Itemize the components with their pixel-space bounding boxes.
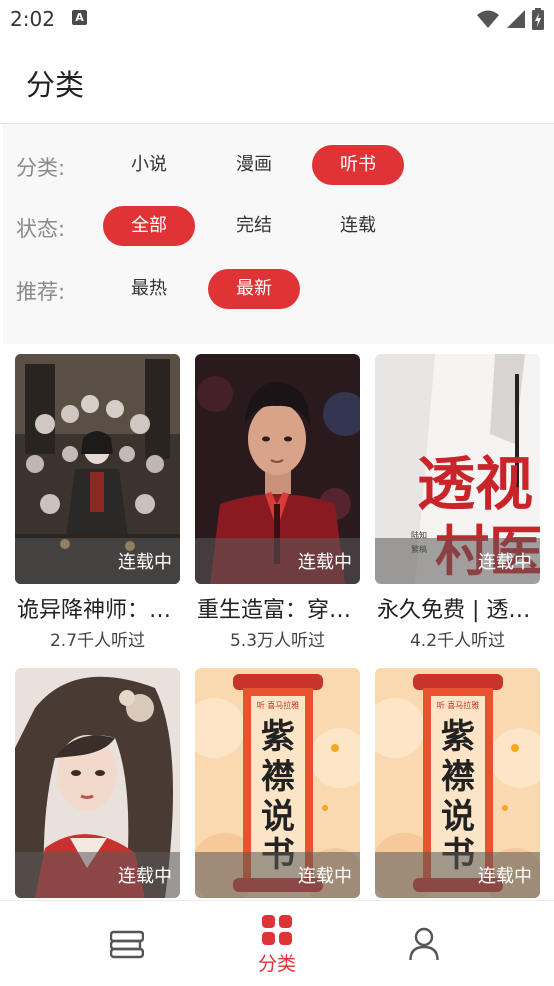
nav-item-bookshelf[interactable] bbox=[68, 901, 188, 986]
book-cover[interactable]: 连载中 bbox=[195, 354, 360, 584]
book-cover[interactable]: 听 喜马拉雅 紫 襟 说 书 连载中 bbox=[195, 668, 360, 898]
cover-title-text: 说 bbox=[441, 797, 475, 837]
filter-row-recommend: 推荐: 最热 最新 bbox=[3, 267, 554, 311]
filter-row-category: 分类: 小说 漫画 听书 bbox=[3, 143, 554, 187]
book-listen-count: 4.2千人听过 bbox=[409, 631, 506, 651]
cover-title-text: 说 bbox=[261, 797, 295, 837]
signal-icon bbox=[507, 10, 525, 28]
book-card[interactable]: 连载中 诡异降神师：… 2.7千人听过 bbox=[15, 354, 180, 654]
book-card[interactable]: 透视 村医 陆知 繁稿 连载中 永久免费 | 透… 4.2千人听过 bbox=[375, 354, 540, 654]
chip-serializing[interactable]: 连载 bbox=[312, 206, 404, 246]
cover-title-text: 透视 bbox=[417, 450, 533, 518]
bookshelf-icon bbox=[110, 930, 144, 959]
chip-comic[interactable]: 漫画 bbox=[208, 145, 300, 185]
book-title[interactable]: 诡异降神师：… bbox=[17, 592, 182, 624]
filter-label-recommend: 推荐: bbox=[16, 280, 66, 304]
profile-icon bbox=[409, 927, 439, 961]
book-card[interactable]: 听 喜马拉雅 紫 襟 说 书 连载中 bbox=[195, 668, 360, 898]
cover-title-text: 襟 bbox=[261, 757, 295, 797]
cover-title-text: 襟 bbox=[441, 757, 475, 797]
wifi-icon bbox=[477, 10, 499, 28]
status-badge: 连载中 bbox=[195, 852, 360, 898]
status-badge: 连载中 bbox=[375, 852, 540, 898]
filter-label-category: 分类: bbox=[16, 156, 66, 180]
filter-label-status: 状态: bbox=[16, 217, 66, 241]
chip-novel[interactable]: 小说 bbox=[103, 145, 195, 185]
status-badge: 连载中 bbox=[15, 538, 180, 584]
cover-brand-text: 听 喜马拉雅 bbox=[257, 700, 300, 710]
book-cover[interactable]: 透视 村医 陆知 繁稿 连载中 bbox=[375, 354, 540, 584]
book-card[interactable]: 连载中 重生造富：穿… 5.3万人听过 bbox=[195, 354, 360, 654]
status-icons bbox=[476, 8, 544, 30]
book-card[interactable]: 连载中 bbox=[15, 668, 180, 898]
book-cover[interactable]: 连载中 bbox=[15, 354, 180, 584]
bottom-nav: 分类 bbox=[0, 900, 554, 986]
nav-item-profile[interactable] bbox=[364, 901, 484, 986]
book-listen-count: 2.7千人听过 bbox=[49, 631, 146, 651]
status-badge: 连载中 bbox=[375, 538, 540, 584]
nav-item-category[interactable]: 分类 bbox=[217, 901, 337, 986]
nav-label-category: 分类 bbox=[257, 953, 296, 975]
cover-title-text: 紫 bbox=[261, 717, 295, 757]
book-card[interactable]: 听 喜马拉雅 紫 襟 说 书 连载中 bbox=[375, 668, 540, 898]
battery-icon bbox=[532, 8, 544, 30]
book-title[interactable]: 重生造富：穿… bbox=[197, 592, 362, 624]
status-badge: 连载中 bbox=[15, 852, 180, 898]
filter-panel: 分类: 小说 漫画 听书 状态: 全部 完结 连载 推荐: 最热 最新 bbox=[3, 124, 554, 344]
chip-all[interactable]: 全部 bbox=[103, 206, 195, 246]
app-header: 分类 bbox=[0, 38, 554, 124]
status-badge: 连载中 bbox=[195, 538, 360, 584]
notification-badge-icon: A bbox=[72, 10, 87, 25]
book-title[interactable]: 永久免费 | 透… bbox=[377, 592, 542, 624]
book-listen-count: 5.3万人听过 bbox=[229, 631, 326, 651]
chip-newest[interactable]: 最新 bbox=[208, 269, 300, 309]
book-cover[interactable]: 听 喜马拉雅 紫 襟 说 书 连载中 bbox=[375, 668, 540, 898]
book-cover[interactable]: 连载中 bbox=[15, 668, 180, 898]
category-grid-icon bbox=[262, 915, 292, 945]
filter-row-status: 状态: 全部 完结 连载 bbox=[3, 204, 554, 248]
chip-audiobook[interactable]: 听书 bbox=[312, 145, 404, 185]
chip-completed[interactable]: 完结 bbox=[208, 206, 300, 246]
status-time: 2:02 bbox=[10, 7, 55, 31]
status-bar: 2:02 A bbox=[0, 0, 554, 38]
cover-title-text: 紫 bbox=[441, 717, 475, 757]
cover-brand-text: 听 喜马拉雅 bbox=[437, 700, 480, 710]
page-title: 分类 bbox=[26, 68, 85, 102]
chip-hottest[interactable]: 最热 bbox=[103, 269, 195, 309]
